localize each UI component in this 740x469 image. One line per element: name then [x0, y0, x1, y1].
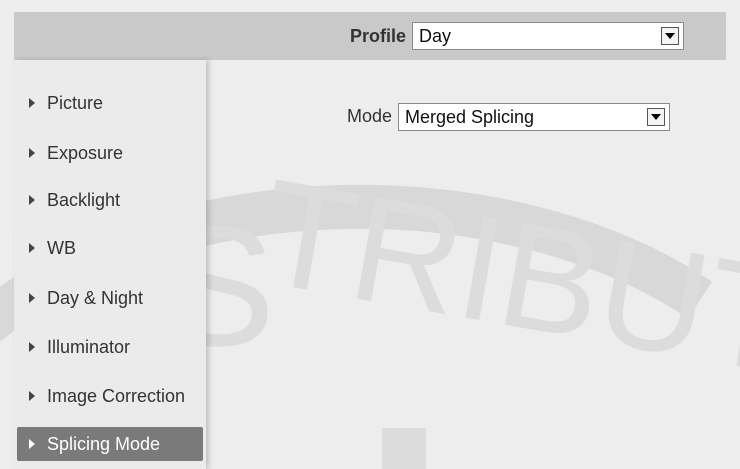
sidebar-item-backlight[interactable]: Backlight [17, 183, 203, 217]
sidebar-item-splicing-mode[interactable]: Splicing Mode [17, 427, 203, 461]
sidebar-item-label: Splicing Mode [47, 433, 161, 454]
splicing-mode-panel: Mode Merged Splicing [206, 60, 726, 469]
sidebar-item-label: Illuminator [47, 336, 131, 357]
sidebar-item-label: Image Correction [47, 385, 186, 406]
sidebar-item-wb[interactable]: WB [17, 231, 203, 265]
mode-select-value: Merged Splicing [405, 107, 535, 127]
sidebar-item-label: Picture [47, 92, 104, 113]
sidebar-item-day-night[interactable]: Day & Night [17, 281, 203, 315]
caret-right-icon [25, 195, 39, 205]
mode-select[interactable]: Merged Splicing [398, 103, 670, 131]
sidebar-item-label: Exposure [47, 142, 124, 163]
chevron-down-icon[interactable] [647, 108, 665, 126]
caret-right-icon [25, 148, 39, 158]
profile-select[interactable]: Day [412, 22, 684, 50]
chevron-down-icon[interactable] [661, 27, 679, 45]
caret-right-icon [25, 293, 39, 303]
caret-right-icon [25, 391, 39, 401]
caret-right-icon [25, 98, 39, 108]
sidebar-item-illuminator[interactable]: Illuminator [17, 330, 203, 364]
profile-select-value: Day [419, 26, 452, 46]
profile-label: Profile [349, 26, 406, 46]
caret-right-icon [25, 243, 39, 253]
sidebar-item-label: Backlight [47, 189, 121, 210]
caret-right-icon [25, 342, 39, 352]
caret-right-icon [25, 439, 39, 449]
sidebar: Picture Exposure Backlight WB Day & Nigh… [14, 60, 206, 469]
sidebar-item-image-correction[interactable]: Image Correction [17, 379, 203, 413]
profile-bar: Profile Day [14, 12, 726, 60]
sidebar-item-exposure[interactable]: Exposure [17, 136, 203, 170]
mode-label: Mode [346, 106, 392, 126]
sidebar-item-picture[interactable]: Picture [17, 86, 203, 120]
sidebar-item-label: WB [47, 237, 76, 258]
sidebar-item-label: Day & Night [47, 287, 144, 308]
